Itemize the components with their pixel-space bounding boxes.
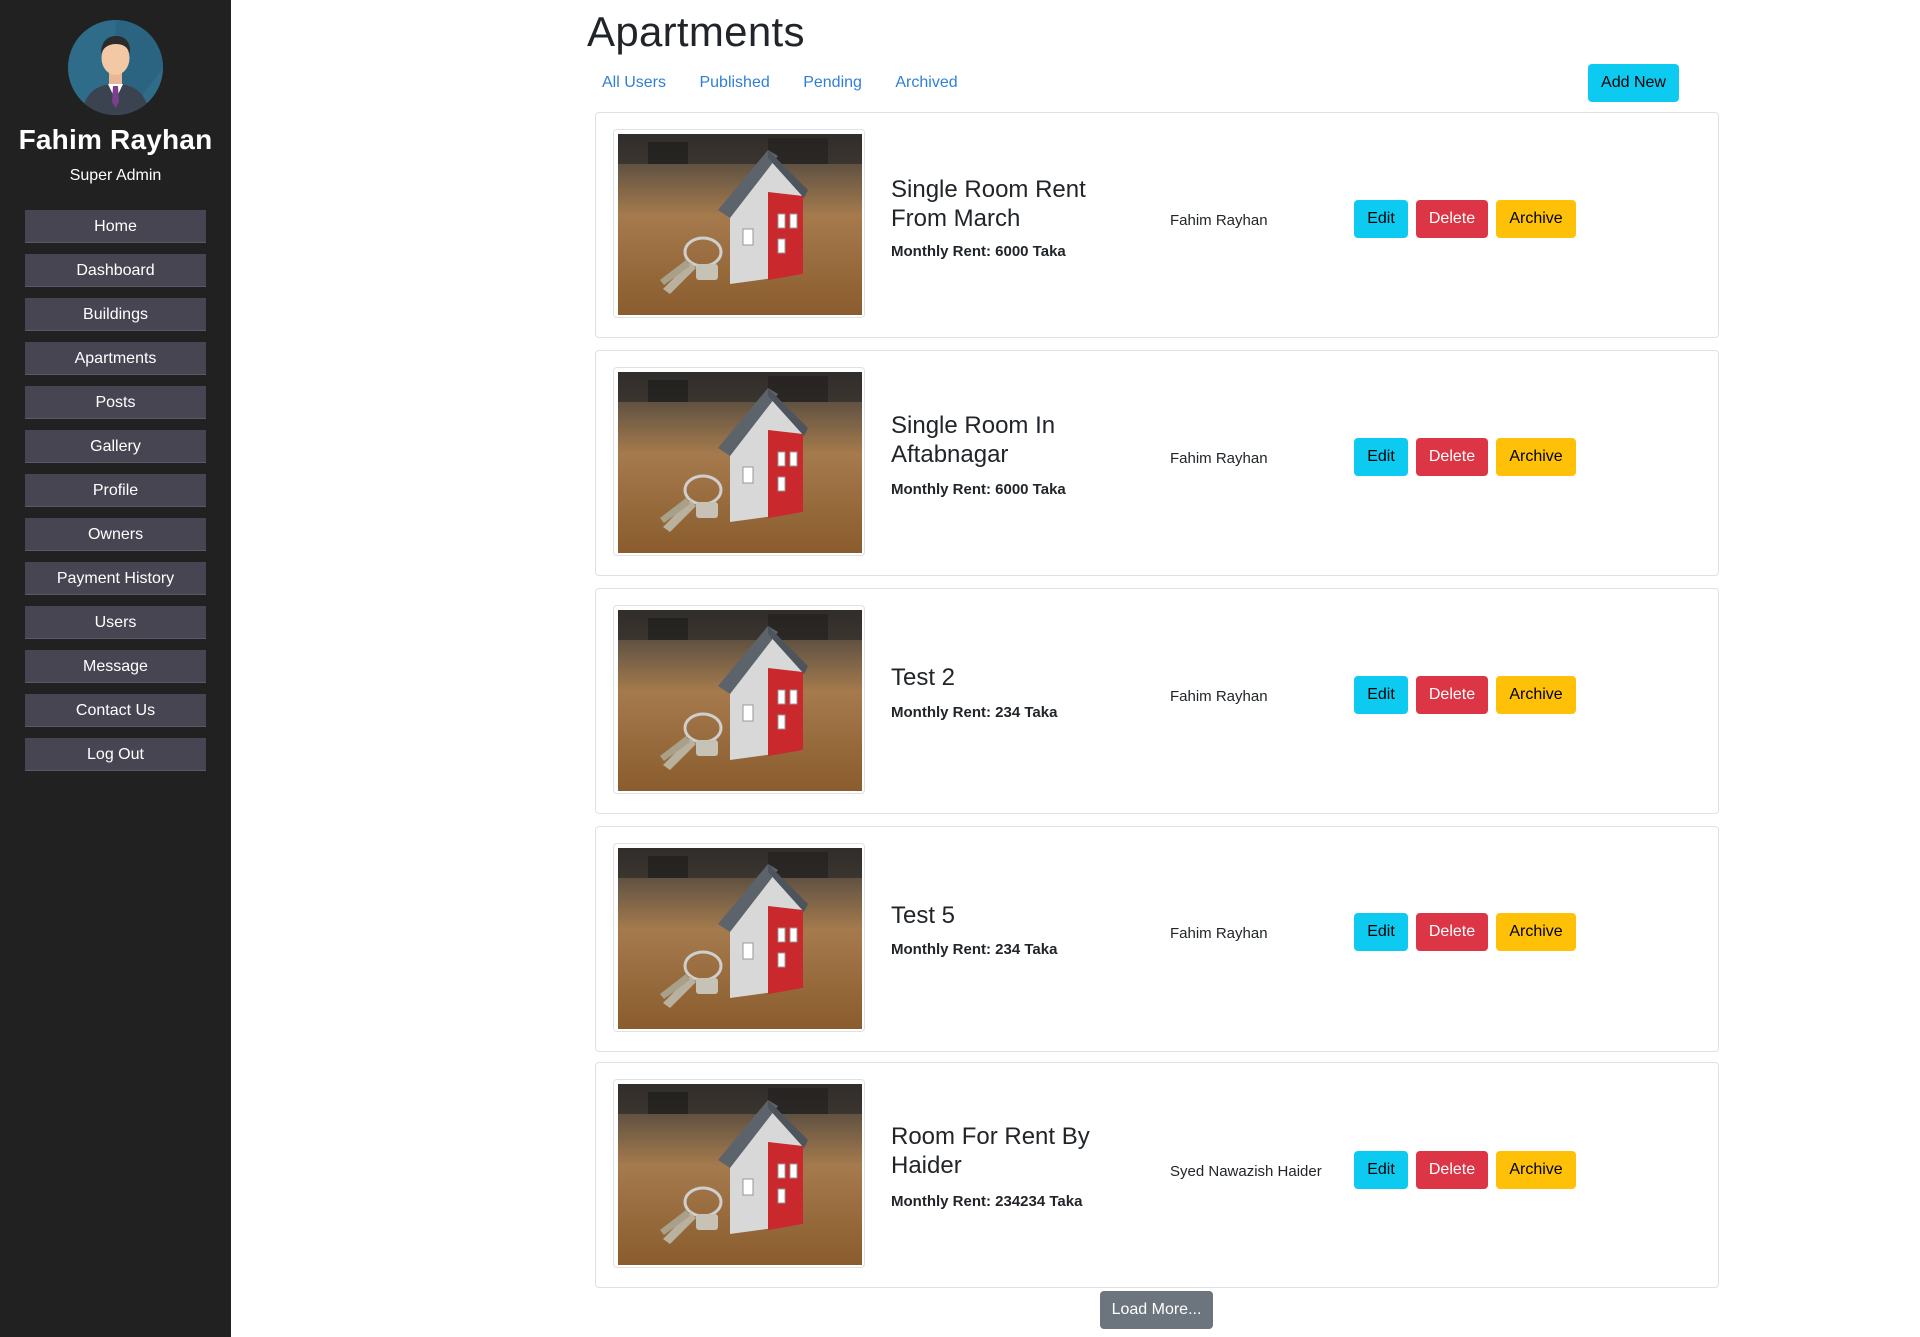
edit-button[interactable]: Edit bbox=[1354, 438, 1408, 476]
page-title: Apartments bbox=[587, 8, 805, 55]
sidebar-nav: Home Dashboard Buildings Apartments Post… bbox=[25, 210, 206, 782]
listing-card: Single Room Rent From March Monthly Rent… bbox=[595, 112, 1719, 338]
apartment-thumbnail[interactable] bbox=[613, 1079, 865, 1268]
archive-button[interactable]: Archive bbox=[1496, 676, 1576, 714]
sidebar-item-payment-history[interactable]: Payment History bbox=[25, 562, 206, 595]
listing-title: Single Room In Aftabnagar bbox=[891, 412, 1056, 468]
apartment-thumbnail[interactable] bbox=[613, 605, 865, 794]
listing-rent: Monthly Rent: 234 Taka bbox=[891, 941, 1058, 958]
apartment-thumbnail[interactable] bbox=[613, 367, 865, 556]
sidebar-item-posts[interactable]: Posts bbox=[25, 386, 206, 419]
edit-button[interactable]: Edit bbox=[1354, 1151, 1408, 1189]
apartment-thumbnail[interactable] bbox=[613, 129, 865, 318]
archive-button[interactable]: Archive bbox=[1496, 1151, 1576, 1189]
sidebar-item-message[interactable]: Message bbox=[25, 650, 206, 683]
listing-title: Single Room Rent From March bbox=[891, 176, 1086, 232]
edit-button[interactable]: Edit bbox=[1354, 676, 1408, 714]
listing-card: Room For Rent By Haider Monthly Rent: 23… bbox=[595, 1062, 1719, 1288]
listing-card: Single Room In Aftabnagar Monthly Rent: … bbox=[595, 350, 1719, 576]
load-more-button[interactable]: Load More... bbox=[1100, 1291, 1213, 1329]
sidebar-item-apartments[interactable]: Apartments bbox=[25, 342, 206, 375]
sidebar-item-contact-us[interactable]: Contact Us bbox=[25, 694, 206, 727]
archive-button[interactable]: Archive bbox=[1496, 438, 1576, 476]
filter-tabs: All Users Published Pending Archived bbox=[602, 74, 987, 92]
tab-published[interactable]: Published bbox=[699, 74, 769, 92]
listing-owner: Fahim Rayhan bbox=[1170, 925, 1268, 942]
sidebar-item-home[interactable]: Home bbox=[25, 210, 206, 243]
apartment-thumbnail[interactable] bbox=[613, 843, 865, 1032]
sidebar-item-owners[interactable]: Owners bbox=[25, 518, 206, 551]
delete-button[interactable]: Delete bbox=[1416, 438, 1488, 476]
house-image bbox=[618, 1084, 862, 1265]
sidebar-item-buildings[interactable]: Buildings bbox=[25, 298, 206, 331]
sidebar: Fahim Rayhan Super Admin Home Dashboard … bbox=[0, 0, 231, 1337]
delete-button[interactable]: Delete bbox=[1416, 913, 1488, 951]
house-image bbox=[618, 134, 862, 315]
user-avatar-icon bbox=[68, 20, 163, 115]
edit-button[interactable]: Edit bbox=[1354, 200, 1408, 238]
sidebar-item-users[interactable]: Users bbox=[25, 606, 206, 639]
edit-button[interactable]: Edit bbox=[1354, 913, 1408, 951]
listing-owner: Fahim Rayhan bbox=[1170, 450, 1268, 467]
delete-button[interactable]: Delete bbox=[1416, 676, 1488, 714]
avatar bbox=[68, 20, 163, 115]
tab-all-users[interactable]: All Users bbox=[602, 74, 666, 92]
profile-role: Super Admin bbox=[69, 167, 162, 184]
listing-owner: Fahim Rayhan bbox=[1170, 212, 1268, 229]
listing-owner: Syed Nawazish Haider bbox=[1170, 1163, 1322, 1180]
sidebar-item-gallery[interactable]: Gallery bbox=[25, 430, 206, 463]
sidebar-item-profile[interactable]: Profile bbox=[25, 474, 206, 507]
tab-archived[interactable]: Archived bbox=[895, 74, 957, 92]
profile-name: Fahim Rayhan bbox=[18, 124, 213, 155]
sidebar-item-log-out[interactable]: Log Out bbox=[25, 738, 206, 771]
listing-rent: Monthly Rent: 234 Taka bbox=[891, 704, 1058, 721]
listing-title: Test 5 bbox=[891, 902, 956, 929]
listing-card: Test 2 Monthly Rent: 234 Taka Fahim Rayh… bbox=[595, 588, 1719, 814]
sidebar-item-dashboard[interactable]: Dashboard bbox=[25, 254, 206, 287]
listing-rent: Monthly Rent: 234234 Taka bbox=[891, 1193, 1083, 1210]
listing-card: Test 5 Monthly Rent: 234 Taka Fahim Rayh… bbox=[595, 826, 1719, 1052]
listing-rent: Monthly Rent: 6000 Taka bbox=[891, 243, 1066, 260]
house-image bbox=[618, 610, 862, 791]
add-new-button[interactable]: Add New bbox=[1588, 64, 1679, 102]
delete-button[interactable]: Delete bbox=[1416, 1151, 1488, 1189]
listing-owner: Fahim Rayhan bbox=[1170, 688, 1268, 705]
listing-title: Room For Rent By Haider bbox=[891, 1123, 1090, 1179]
listing-title: Test 2 bbox=[891, 664, 956, 691]
listing-rent: Monthly Rent: 6000 Taka bbox=[891, 481, 1066, 498]
house-image bbox=[618, 848, 862, 1029]
house-image bbox=[618, 372, 862, 553]
delete-button[interactable]: Delete bbox=[1416, 200, 1488, 238]
archive-button[interactable]: Archive bbox=[1496, 913, 1576, 951]
archive-button[interactable]: Archive bbox=[1496, 200, 1576, 238]
tab-pending[interactable]: Pending bbox=[803, 74, 862, 92]
